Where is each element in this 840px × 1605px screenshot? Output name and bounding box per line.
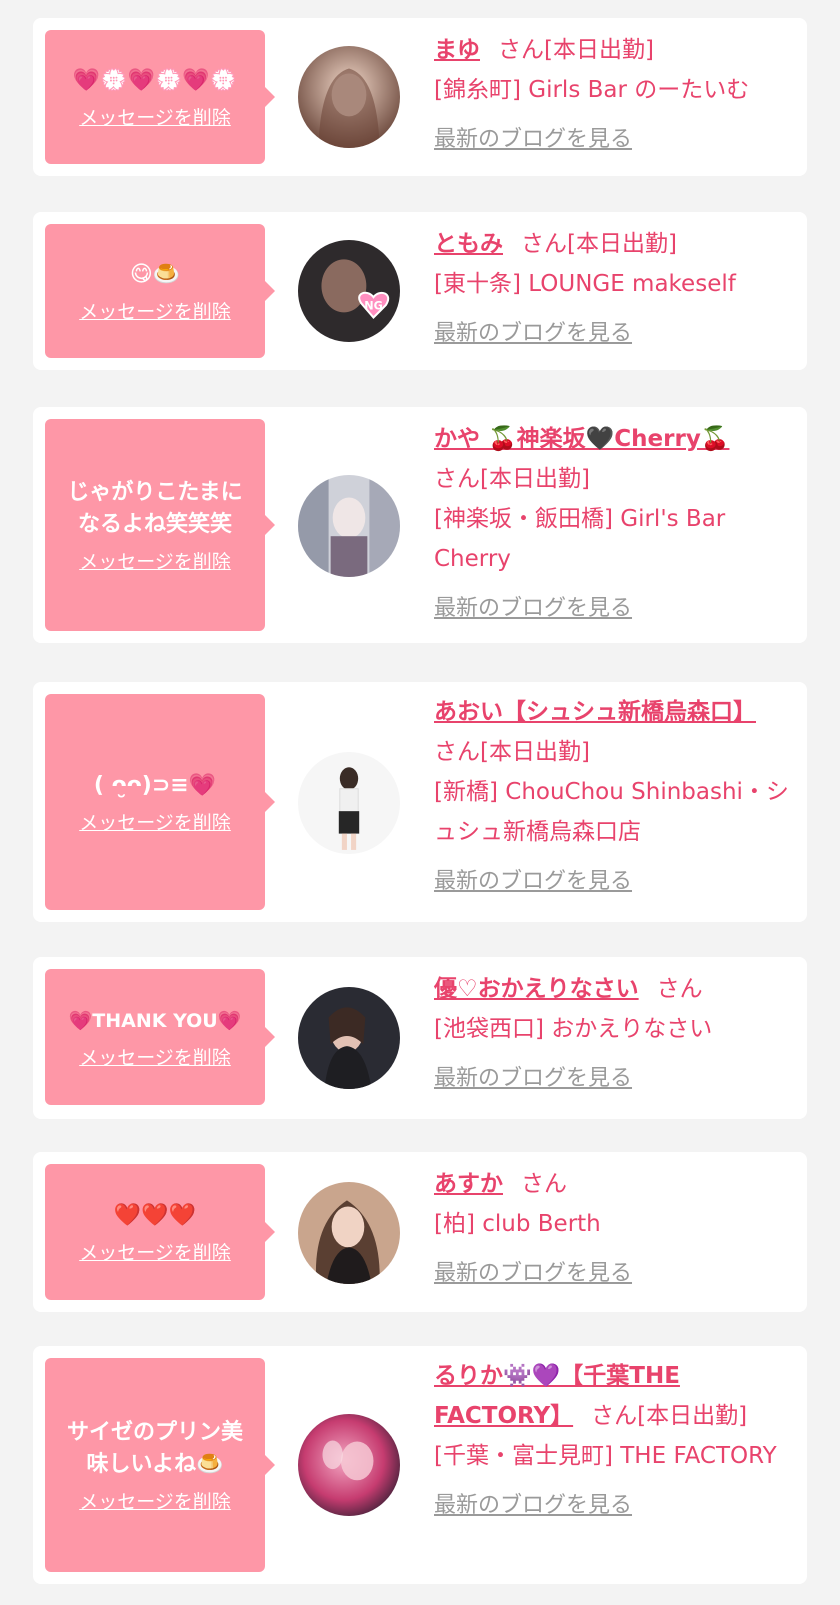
shop-name: [錦糸町] Girls Bar のーたいむ — [434, 77, 750, 103]
latest-blog-link[interactable]: 最新のブログを見る — [434, 1486, 632, 1526]
cast-name-link[interactable]: かや 🍒神楽坂🖤Cherry🍒 — [434, 426, 729, 452]
avatar[interactable] — [298, 475, 400, 577]
shop-name: [千葉・富士見町] THE FACTORY — [434, 1443, 777, 1469]
message-bubble: 💗THANK YOU💗 メッセージを削除 — [45, 969, 275, 1105]
cast-name-link[interactable]: あおい【シュシュ新橋烏森口】 — [434, 699, 756, 725]
message-card: じゃがりこたまに なるよね笑笑笑 メッセージを削除 かや 🍒神楽坂🖤Cherry… — [33, 407, 807, 643]
message-bubble: ( ᴖ̮ᴖ)⊃≡💗 メッセージを削除 — [45, 694, 275, 910]
cast-suffix: さん — [656, 976, 703, 1002]
message-text: ( ᴖ̮ᴖ)⊃≡💗 — [93, 772, 217, 798]
latest-blog-link[interactable]: 最新のブログを見る — [434, 1059, 632, 1099]
latest-blog-link[interactable]: 最新のブログを見る — [434, 314, 632, 354]
message-text: ❤️❤️❤️ — [113, 1202, 197, 1228]
cast-suffix: さん[本日出勤] — [434, 739, 590, 765]
cast-name-link[interactable]: あすか — [434, 1171, 503, 1197]
delete-message-link[interactable]: メッセージを削除 — [79, 547, 231, 574]
name-line: あおい【シュシュ新橋烏森口】 — [434, 692, 807, 732]
message-card: 😋🍮 メッセージを削除 NG ともみ さん[本日出勤] [東十条] LOUNGE … — [33, 212, 807, 370]
name-line: あすか さん — [434, 1164, 807, 1204]
cast-info: ともみ さん[本日出勤] [東十条] LOUNGE makeself 最新のブログ… — [434, 224, 807, 354]
shop-name: [東十条] LOUNGE makeself — [434, 271, 736, 297]
avatar[interactable]: NG — [298, 240, 400, 342]
message-text: 😋🍮 — [129, 261, 181, 287]
message-text: 💗💮💗💮💗💮 — [72, 67, 238, 93]
delete-message-link[interactable]: メッセージを削除 — [79, 297, 231, 324]
avatar[interactable] — [298, 46, 400, 148]
delete-message-link[interactable]: メッセージを削除 — [79, 1487, 231, 1514]
cast-info: かや 🍒神楽坂🖤Cherry🍒 さん[本日出勤] [神楽坂・飯田橋] Girl'… — [434, 419, 807, 629]
message-card: ❤️❤️❤️ メッセージを削除 あすか さん [柏] club Berth 最新の… — [33, 1152, 807, 1312]
cast-suffix: さん[本日出勤] — [498, 37, 654, 63]
avatar[interactable] — [298, 987, 400, 1089]
name-line: ともみ さん[本日出勤] — [434, 224, 807, 264]
shop-name: [池袋西口] おかえりなさい — [434, 1016, 713, 1042]
name-line: 優♡おかえりなさい さん — [434, 969, 807, 1009]
message-text: じゃがりこたまに なるよね笑笑笑 — [67, 479, 243, 537]
cast-suffix: さん — [521, 1171, 567, 1197]
delete-message-link[interactable]: メッセージを削除 — [79, 1043, 231, 1070]
cast-suffix: さん[本日出勤] — [434, 466, 590, 492]
cast-info: まゆ さん[本日出勤] [錦糸町] Girls Bar のーたいむ 最新のブログを… — [434, 30, 807, 160]
cast-name-link[interactable]: 優♡おかえりなさい — [434, 976, 639, 1002]
message-card: 💗💮💗💮💗💮 メッセージを削除 まゆ さん[本日出勤] [錦糸町] Girls B… — [33, 18, 807, 176]
name-line: かや 🍒神楽坂🖤Cherry🍒 — [434, 419, 807, 459]
message-text: サイゼのプリン美 味しいよね🍮 — [66, 1419, 243, 1477]
latest-blog-link[interactable]: 最新のブログを見る — [434, 1254, 632, 1294]
message-text: 💗THANK YOU💗 — [68, 1009, 242, 1032]
delete-message-link[interactable]: メッセージを削除 — [79, 808, 231, 835]
message-bubble: ❤️❤️❤️ メッセージを削除 — [45, 1164, 275, 1300]
cast-name-link[interactable]: ともみ — [434, 231, 503, 257]
cast-suffix: さん[本日出勤] — [521, 231, 677, 257]
name-line: るりか👾💜【千葉THE FACTORY】 さん[本日出勤] — [434, 1356, 807, 1436]
message-card: 💗THANK YOU💗 メッセージを削除 優♡おかえりなさい さん [池袋西口] … — [33, 957, 807, 1119]
avatar[interactable] — [298, 1414, 400, 1516]
message-list: 💗💮💗💮💗💮 メッセージを削除 まゆ さん[本日出勤] [錦糸町] Girls B… — [0, 0, 840, 1605]
latest-blog-link[interactable]: 最新のブログを見る — [434, 862, 632, 902]
avatar-badge-text: NG — [364, 299, 383, 312]
avatar[interactable] — [298, 1182, 400, 1284]
cast-suffix: さん[本日出勤] — [591, 1403, 748, 1429]
message-bubble: 💗💮💗💮💗💮 メッセージを削除 — [45, 30, 275, 164]
shop-name: [柏] club Berth — [434, 1211, 601, 1237]
cast-info: 優♡おかえりなさい さん [池袋西口] おかえりなさい 最新のブログを見る — [434, 969, 807, 1099]
message-bubble: サイゼのプリン美 味しいよね🍮 メッセージを削除 — [45, 1358, 275, 1572]
delete-message-link[interactable]: メッセージを削除 — [79, 1238, 231, 1265]
avatar[interactable] — [298, 752, 400, 854]
message-bubble: 😋🍮 メッセージを削除 — [45, 224, 275, 358]
message-card: ( ᴖ̮ᴖ)⊃≡💗 メッセージを削除 あおい【シュシュ新橋烏森口】 さん[本日出… — [33, 682, 807, 922]
latest-blog-link[interactable]: 最新のブログを見る — [434, 120, 632, 160]
latest-blog-link[interactable]: 最新のブログを見る — [434, 589, 632, 629]
shop-name: [新橋] ChouChou Shinbashi・シュシュ新橋烏森口店 — [434, 779, 789, 845]
cast-name-link[interactable]: まゆ — [434, 37, 480, 63]
name-line: まゆ さん[本日出勤] — [434, 30, 807, 70]
message-bubble: じゃがりこたまに なるよね笑笑笑 メッセージを削除 — [45, 419, 275, 631]
cast-info: あすか さん [柏] club Berth 最新のブログを見る — [434, 1164, 807, 1294]
delete-message-link[interactable]: メッセージを削除 — [79, 103, 231, 130]
cast-info: あおい【シュシュ新橋烏森口】 さん[本日出勤] [新橋] ChouChou Sh… — [434, 692, 807, 902]
shop-name: [神楽坂・飯田橋] Girl's Bar Cherry — [434, 506, 726, 572]
message-card: サイゼのプリン美 味しいよね🍮 メッセージを削除 るりか👾💜【千葉THE FAC… — [33, 1346, 807, 1584]
cast-info: るりか👾💜【千葉THE FACTORY】 さん[本日出勤] [千葉・富士見町] T… — [434, 1356, 807, 1526]
